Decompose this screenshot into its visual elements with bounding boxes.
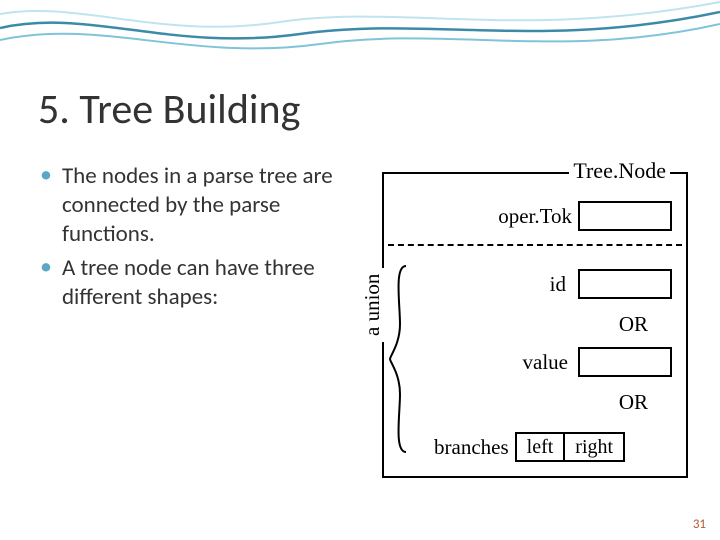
id-box <box>578 269 672 299</box>
bullet-text: A tree node can have three different sha… <box>62 254 370 312</box>
value-row: value <box>523 344 672 380</box>
union-label: a union <box>358 268 387 342</box>
value-label: value <box>523 350 568 375</box>
tree-node-diagram: Tree.Node oper.Tok a union id OR value O… <box>382 172 688 478</box>
value-box <box>578 347 672 377</box>
branch-right: right <box>565 434 623 460</box>
dashed-divider <box>388 244 682 246</box>
bullet-dot-icon: • <box>40 162 52 248</box>
bullet-item: • The nodes in a parse tree are connecte… <box>40 162 370 248</box>
bullet-list: • The nodes in a parse tree are connecte… <box>40 162 370 318</box>
id-row: id <box>550 266 672 302</box>
bullet-text: The nodes in a parse tree are connected … <box>62 162 370 248</box>
bullet-dot-icon: • <box>40 254 52 312</box>
curly-brace-icon <box>388 264 410 454</box>
opertok-row: oper.Tok <box>498 198 672 234</box>
branch-left: left <box>517 434 566 460</box>
page-number: 31 <box>693 517 706 532</box>
opertok-label: oper.Tok <box>498 204 572 229</box>
slide-title: 5. Tree Building <box>38 84 300 135</box>
wave-decoration <box>0 0 720 70</box>
bullet-item: • A tree node can have three different s… <box>40 254 370 312</box>
branches-row: branches left right <box>434 432 625 462</box>
branches-pair-box: left right <box>515 432 625 462</box>
branches-label: branches <box>434 435 509 460</box>
diagram-title: Tree.Node <box>569 158 670 184</box>
id-label: id <box>550 272 566 297</box>
opertok-box <box>578 201 672 231</box>
or-label-1: OR <box>619 312 648 337</box>
or-label-2: OR <box>619 390 648 415</box>
